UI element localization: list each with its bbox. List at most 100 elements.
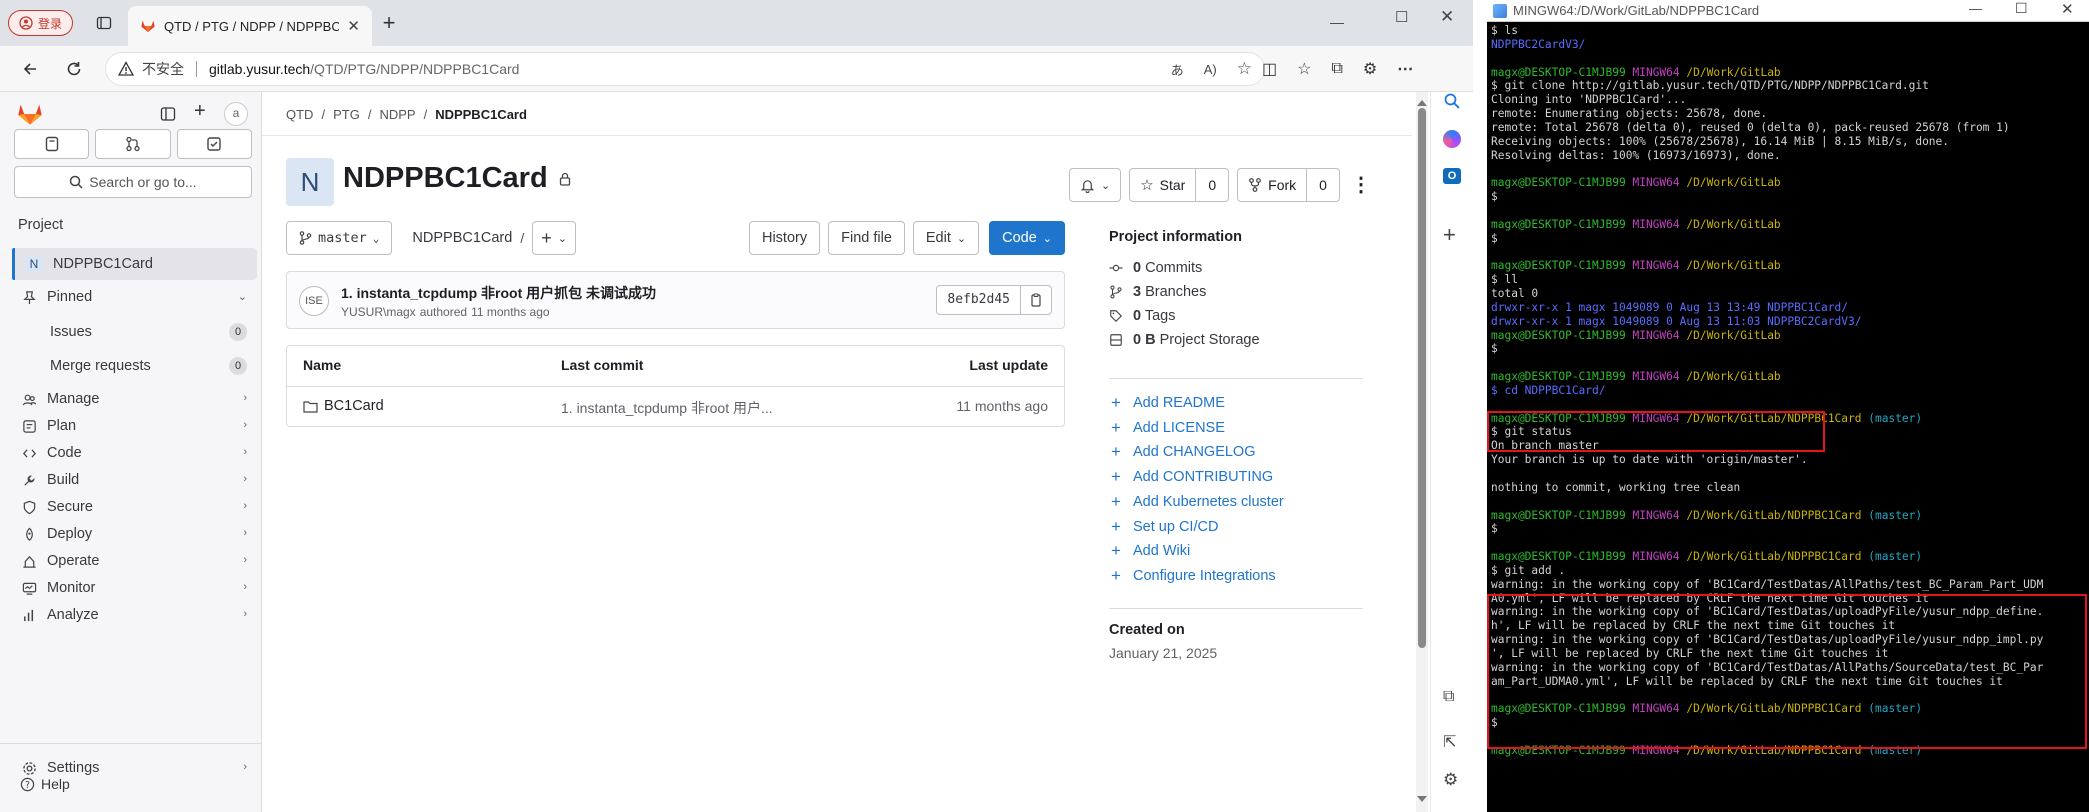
action-add-license[interactable]: + Add LICENSE [1109, 418, 1225, 438]
table-row[interactable]: BC1Card 1. instanta_tcpdump 非root 用户... … [287, 387, 1064, 427]
breadcrumb-qtd[interactable]: QTD [286, 107, 313, 122]
sidebar-item-analyze[interactable]: Analyze › [12, 599, 257, 631]
fork-count[interactable]: 0 [1307, 177, 1339, 193]
edit-dropdown[interactable]: Edit ⌄ [912, 221, 980, 255]
new-tab-icon[interactable]: + [375, 9, 403, 37]
minimize-icon[interactable]: — [1330, 14, 1344, 30]
close-window-icon[interactable]: ✕ [1440, 7, 1454, 27]
breadcrumb-current[interactable]: NDPPBC1Card [435, 107, 527, 122]
project-info-heading: Project information [1109, 229, 1242, 245]
tab-actions-icon[interactable] [90, 9, 118, 37]
terminal-minimize-icon[interactable]: — [1969, 1, 1982, 16]
repo-path[interactable]: NDPPBC1Card [412, 230, 512, 246]
commit-author[interactable]: YUSUR\magx [341, 305, 416, 319]
translate-icon[interactable]: あ [1171, 60, 1184, 79]
merge-requests-shortcut-button[interactable] [95, 129, 171, 159]
user-avatar[interactable]: a [224, 102, 248, 126]
find-file-button[interactable]: Find file [828, 221, 905, 255]
favorite-star-icon[interactable]: ☆ [1237, 59, 1252, 79]
action-add-kubernetes-cluster[interactable]: + Add Kubernetes cluster [1109, 492, 1284, 512]
url-field[interactable]: 不安全 gitlab.yusur.tech/QTD/PTG/NDPP/NDPPB… [105, 52, 1265, 86]
terminal-close-icon[interactable]: ✕ [2061, 0, 2074, 18]
project-stat-project-storage[interactable]: 0 B Project Storage [1109, 332, 1260, 348]
sidebar-item-issues[interactable]: Issues 0 [12, 316, 257, 348]
sidebar-item-pinned[interactable]: Pinned ⌄ [12, 281, 257, 313]
open-external-icon[interactable]: ⇱ [1443, 732, 1456, 752]
branch-selector[interactable]: master ⌄ [286, 221, 393, 255]
collections-icon[interactable]: ⧉ [1331, 60, 1342, 78]
prompt-line: magx@DESKTOP-C1MJB99 MINGW64 /D/Work/Git… [1491, 328, 1781, 342]
history-button[interactable]: History [748, 221, 821, 255]
tab-close-icon[interactable]: ✕ [347, 17, 360, 35]
split-screen-icon[interactable]: ◫ [1262, 59, 1277, 79]
mr-count-badge: 0 [229, 357, 247, 375]
add-file-dropdown[interactable]: + ⌄ [532, 221, 576, 255]
project-stat-label: Branches [1145, 284, 1207, 300]
commit-message[interactable]: 1. instanta_tcpdump 非root 用户抓包 未调试成功 [341, 283, 656, 303]
branch-icon [299, 231, 312, 245]
active-tab[interactable]: QTD / PTG / NDPP / NDPPBC1Ca ✕ [128, 6, 372, 46]
project-stat-branches[interactable]: 3 Branches [1109, 284, 1206, 300]
search-input[interactable]: Search or go to... [14, 166, 252, 198]
sidebar-settings-icon[interactable]: ⚙ [1443, 770, 1458, 790]
todo-shortcut-button[interactable] [176, 129, 252, 159]
action-label: Add CHANGELOG [1133, 444, 1256, 461]
copy-sha-icon[interactable] [1021, 293, 1051, 307]
issues-shortcut-button[interactable] [14, 129, 90, 159]
url-path: /QTD/PTG/NDPP/NDPPBC1Card [310, 61, 520, 77]
sidebar-item-project[interactable]: N NDPPBC1Card [12, 248, 257, 280]
fork-label: Fork [1268, 177, 1297, 193]
file-last-commit[interactable]: 1. instanta_tcpdump 非root 用户... [561, 398, 773, 418]
code-icon [22, 446, 37, 461]
notification-button[interactable]: ⌄ [1069, 168, 1122, 202]
action-add-readme[interactable]: + Add README [1109, 393, 1225, 413]
star-button[interactable]: ☆ Star [1130, 168, 1197, 202]
copilot-icon[interactable] [1443, 130, 1461, 148]
screenshot-icon[interactable]: ⧉ [1443, 688, 1454, 706]
help-button[interactable]: ? Help [20, 776, 70, 792]
output-text: $ ls [1491, 24, 1518, 37]
breadcrumb-ptg[interactable]: PTG [333, 107, 360, 122]
action-add-wiki[interactable]: + Add Wiki [1109, 541, 1190, 561]
back-icon[interactable] [16, 55, 44, 83]
gitlab-logo-icon[interactable] [16, 100, 44, 128]
action-configure-integrations[interactable]: + Configure Integrations [1109, 566, 1276, 586]
file-name[interactable]: BC1Card [324, 398, 384, 414]
search-icon[interactable] [1443, 92, 1461, 110]
more-actions-icon[interactable]: ⋮ [1348, 168, 1374, 202]
code-dropdown[interactable]: Code ⌄ [989, 221, 1065, 255]
toggle-sidebar-icon[interactable] [160, 106, 176, 122]
output-text: $ [1491, 190, 1498, 204]
prompt-line: magx@DESKTOP-C1MJB99 MINGW64 /D/Work/Git… [1491, 550, 1923, 564]
maximize-icon[interactable]: ☐ [1395, 8, 1408, 26]
output-text: $ git clone http://gitlab.yusur.tech/QTD… [1491, 79, 1929, 93]
scrollbar-thumb[interactable] [1418, 108, 1426, 648]
bell-icon [1080, 178, 1095, 193]
action-label: Add Kubernetes cluster [1133, 493, 1284, 510]
favorites-icon[interactable]: ☆ [1297, 59, 1311, 79]
create-new-icon[interactable]: + [194, 100, 206, 123]
secure-icon [22, 500, 37, 515]
action-set-up-ci-cd[interactable]: + Set up CI/CD [1109, 517, 1218, 537]
project-stat-tags[interactable]: 0 Tags [1109, 308, 1176, 324]
reload-icon[interactable] [60, 55, 88, 83]
add-sidebar-app-icon[interactable]: + [1443, 222, 1456, 248]
signin-button[interactable]: 登录 [8, 10, 74, 36]
terminal-maximize-icon[interactable]: ☐ [2015, 0, 2028, 17]
read-aloud-icon[interactable]: A) [1204, 62, 1217, 77]
fork-button[interactable]: Fork [1238, 168, 1308, 202]
project-stat-commits[interactable]: 0 Commits [1109, 260, 1202, 276]
star-count[interactable]: 0 [1196, 177, 1228, 193]
page-scrollbar[interactable] [1416, 92, 1428, 812]
commit-sha[interactable]: 8efb2d45 [937, 286, 1021, 314]
action-add-changelog[interactable]: + Add CHANGELOG [1109, 442, 1256, 462]
action-add-contributing[interactable]: + Add CONTRIBUTING [1109, 467, 1273, 487]
output-text: $ ll [1491, 273, 1518, 287]
sidebar-item-merge-requests[interactable]: Merge requests 0 [12, 350, 257, 382]
extensions-icon[interactable]: ⚙ [1363, 59, 1377, 79]
breadcrumb-ndpp[interactable]: NDPP [379, 107, 415, 122]
more-menu-icon[interactable]: ⋯ [1397, 59, 1413, 79]
chevron-down-icon: ⌄ [1101, 179, 1111, 192]
terminal-line: magx@DESKTOP-C1MJB99 MINGW64 /D/Work/Git… [1491, 66, 2085, 80]
outlook-icon[interactable]: O [1443, 168, 1461, 184]
